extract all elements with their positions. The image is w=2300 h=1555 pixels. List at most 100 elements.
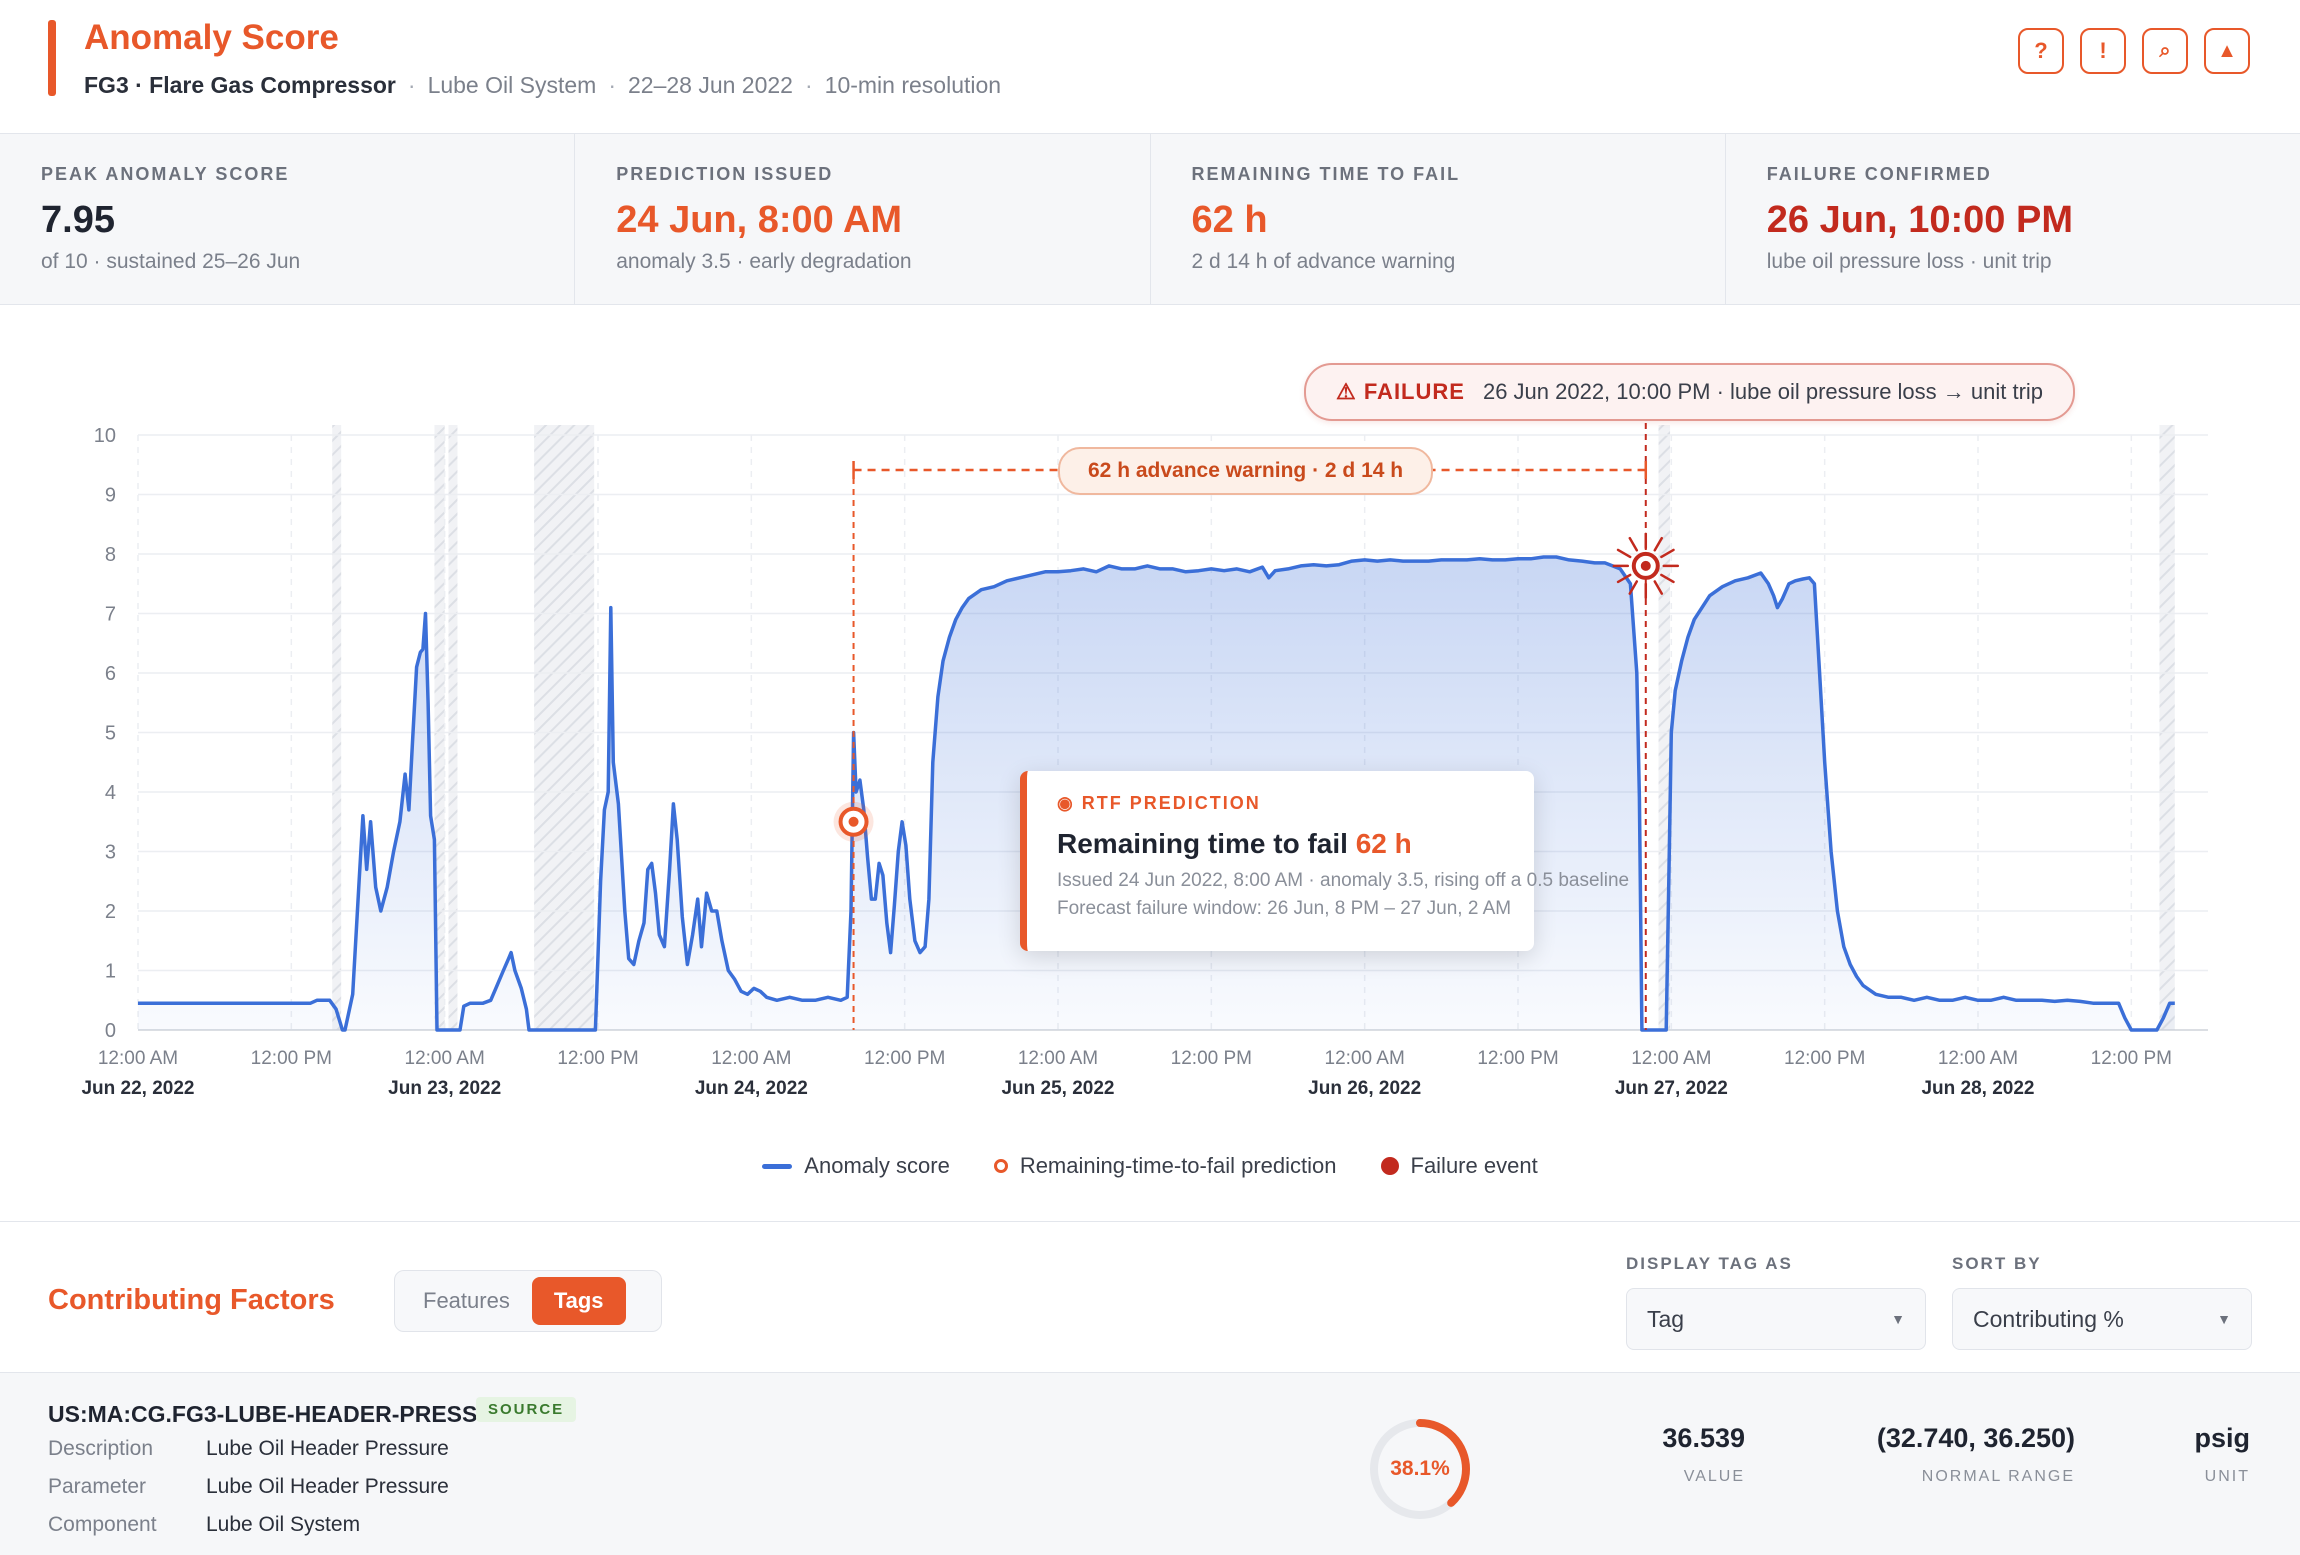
system-name: Lube Oil System <box>427 72 597 98</box>
anomaly-chart[interactable]: 0 1 2 3 4 5 6 7 8 9 10 12:00 AM Jun 22, 2022 12:00 PM… <box>0 305 2300 1220</box>
legend-ring-swatch <box>993 1159 1008 1173</box>
sort-by-value: Contributing % <box>1973 1305 2124 1332</box>
warning-triangle-icon: ▲ <box>2217 39 2237 62</box>
help-icon: ? <box>2034 38 2048 63</box>
kpi-label: PEAK ANOMALY SCORE <box>41 164 290 184</box>
tooltip-title: Remaining time to fail 62 h <box>1057 828 1534 860</box>
x-tick-time: 12:00 PM <box>1171 1048 1252 1069</box>
x-tick-date: Jun 23, 2022 <box>388 1078 501 1099</box>
y-tick-label: 5 <box>105 723 116 745</box>
search-icon: ⌕ <box>2159 39 2171 62</box>
kpi-label: PREDICTION ISSUED <box>616 164 834 184</box>
contribution-percent: 38.1% <box>1390 1457 1450 1480</box>
tab-tags[interactable]: Tags <box>531 1277 626 1325</box>
search-button[interactable]: ⌕ <box>2142 28 2188 74</box>
x-tick-time: 12:00 PM <box>864 1048 945 1069</box>
x-tick-time: 12:00 AM <box>711 1048 791 1069</box>
kpi-value: 7.95 <box>41 199 115 241</box>
kpi-strip: PEAK ANOMALY SCORE 7.95 of 10 · sustaine… <box>0 134 2300 305</box>
chart-legend: Anomaly score Remaining-time-to-fail pre… <box>0 1153 2300 1179</box>
legend-line-swatch <box>762 1163 793 1169</box>
y-tick-label: 9 <box>105 485 116 507</box>
parameter-label: Parameter <box>48 1475 147 1498</box>
kpi-value: 62 h <box>1191 199 1268 241</box>
kpi-remaining-time: REMAINING TIME TO FAIL 62 h 2 d 14 h of … <box>1151 134 1726 304</box>
y-tick-label: 10 <box>94 425 116 447</box>
kpi-peak-score: PEAK ANOMALY SCORE 7.95 of 10 · sustaine… <box>0 134 576 304</box>
kpi-value: 26 Jun, 10:00 PM <box>1766 199 2073 241</box>
y-tick-label: 4 <box>105 782 116 804</box>
prediction-marker-core <box>848 816 859 827</box>
normal-range-metric: (32.740, 36.250) NORMAL RANGE <box>1877 1423 2075 1486</box>
x-tick-time: 12:00 AM <box>405 1048 485 1069</box>
legend-label: Remaining-time-to-fail prediction <box>1019 1153 1337 1178</box>
description-label: Description <box>48 1437 154 1460</box>
legend-dot-swatch <box>1380 1157 1399 1175</box>
x-tick-date: Jun 22, 2022 <box>81 1078 194 1099</box>
alert-button[interactable]: ! <box>2080 28 2126 74</box>
x-tick-time: 12:00 AM <box>98 1048 178 1069</box>
legend-item-prediction[interactable]: Remaining-time-to-fail prediction <box>993 1153 1337 1179</box>
failure-burst-ray <box>1628 536 1639 552</box>
page-header: Anomaly Score FG3 · Flare Gas Compressor… <box>0 0 2300 134</box>
data-gap-band <box>534 425 595 1030</box>
asset-name: FG3 · Flare Gas Compressor <box>84 72 396 98</box>
kpi-failure-confirmed: FAILURE CONFIRMED 26 Jun, 10:00 PM lube … <box>1726 134 2300 304</box>
rtf-prediction-tooltip: ◉ RTF PREDICTION Remaining time to fail … <box>1020 771 1630 951</box>
kpi-prediction-issued: PREDICTION ISSUED 24 Jun, 8:00 AM anomal… <box>575 134 1151 304</box>
page-subtitle: FG3 · Flare Gas Compressor · Lube Oil Syst… <box>84 72 1001 99</box>
x-tick-date: Jun 24, 2022 <box>695 1078 808 1099</box>
header-actions: ? ! ⌕ ▲ <box>2018 28 2250 74</box>
tooltip-tag: ◉ RTF PREDICTION <box>1057 793 1261 813</box>
source-badge: SOURCE <box>476 1397 577 1422</box>
x-tick-time: 12:00 PM <box>1784 1048 1865 1069</box>
y-tick-label: 1 <box>105 961 116 983</box>
help-button[interactable]: ? <box>2018 28 2064 74</box>
legend-label: Anomaly score <box>804 1153 950 1178</box>
x-tick-time: 12:00 AM <box>1938 1048 2018 1069</box>
sort-by-select[interactable]: Contributing % ▼ <box>1952 1288 2252 1350</box>
kpi-label: FAILURE CONFIRMED <box>1766 164 1992 184</box>
warning-button[interactable]: ▲ <box>2204 28 2250 74</box>
tooltip-value: 62 h <box>1355 828 1412 859</box>
kpi-subtext: anomaly 3.5 · early degradation <box>616 250 912 273</box>
tooltip-title-text: Remaining time to fail <box>1057 828 1348 859</box>
alert-icon: ! <box>2099 38 2107 63</box>
failure-annotation-text: 26 Jun 2022, 10:00 PM · lube oil pressur… <box>1482 379 2044 404</box>
failure-tag: ⚠ FAILURE <box>1336 379 1465 404</box>
parameter-value: Lube Oil Header Pressure <box>206 1475 449 1498</box>
tooltip-issued-line: Issued 24 Jun 2022, 8:00 AM · anomaly 3.… <box>1057 870 1630 891</box>
tag-name: US:MA:CG.FG3-LUBE-HEADER-PRESS <box>48 1401 478 1427</box>
x-tick-time: 12:00 AM <box>1018 1048 1098 1069</box>
x-tick-date: Jun 27, 2022 <box>1615 1078 1728 1099</box>
display-tag-select[interactable]: Tag ▼ <box>1626 1288 1926 1350</box>
x-tick-time: 12:00 PM <box>557 1048 638 1069</box>
kpi-subtext: 2 d 14 h of advance warning <box>1191 250 1456 273</box>
tag-row[interactable]: US:MA:CG.FG3-LUBE-HEADER-PRESS SOURCE De… <box>0 1372 2300 1555</box>
y-tick-label: 2 <box>105 901 116 923</box>
tooltip-window-line: Forecast failure window: 26 Jun, 8 PM – … <box>1057 898 1512 919</box>
tab-features[interactable]: Features <box>401 1277 532 1325</box>
failure-marker-core <box>1640 560 1651 571</box>
display-tag-label: DISPLAY TAG AS <box>1626 1254 1793 1273</box>
y-tick-label: 3 <box>105 842 116 864</box>
title-accent-bar <box>48 20 56 96</box>
tag-value: 36.539 <box>1662 1423 1745 1453</box>
x-tick-date: Jun 28, 2022 <box>1921 1078 2034 1099</box>
y-tick-label: 7 <box>105 604 116 626</box>
x-tick-time: 12:00 PM <box>251 1048 332 1069</box>
legend-item-failure[interactable]: Failure event <box>1380 1153 1538 1179</box>
x-tick-time: 12:00 PM <box>1477 1048 1558 1069</box>
x-tick-date: Jun 26, 2022 <box>1308 1078 1421 1099</box>
data-gap-band <box>448 425 458 1030</box>
separator: · <box>407 72 416 98</box>
separator: · <box>804 72 813 98</box>
legend-item-anomaly[interactable]: Anomaly score <box>762 1153 950 1179</box>
legend-label: Failure event <box>1410 1153 1538 1178</box>
sort-by-label: SORT BY <box>1952 1254 2042 1273</box>
x-tick-time: 12:00 PM <box>2091 1048 2172 1069</box>
kpi-subtext: lube oil pressure loss · unit trip <box>1766 250 2052 273</box>
contributing-factors-toolbar: Contributing Factors Features Tags DISPL… <box>0 1221 2300 1372</box>
x-tick-date: Jun 25, 2022 <box>1001 1078 1114 1099</box>
x-tick-time: 12:00 AM <box>1325 1048 1405 1069</box>
